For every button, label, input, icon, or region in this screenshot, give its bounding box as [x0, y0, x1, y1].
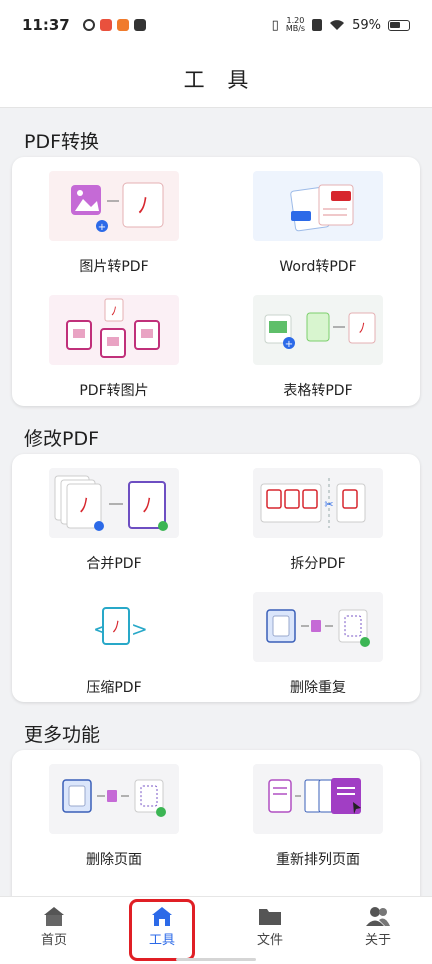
tool-compress-pdf[interactable]: < ﾉ > 压缩PDF: [12, 578, 216, 702]
tool-label: 删除重复: [290, 680, 346, 696]
word-to-pdf-icon: [253, 171, 383, 241]
tool-image-to-pdf[interactable]: ﾉ + 图片转PDF: [12, 157, 216, 281]
svg-text:+: +: [98, 222, 106, 233]
svg-text:ﾉ: ﾉ: [359, 321, 366, 337]
merge-pdf-icon: ﾉ ﾉ: [49, 468, 179, 538]
pdf-convert-card: ﾉ + 图片转PDF Word转PDF ﾉ PDF转图片 + ﾉ 表格转PDF: [12, 157, 420, 406]
svg-text:ﾉ: ﾉ: [142, 493, 152, 517]
battery-icon: [388, 19, 410, 31]
home-indicator: [176, 958, 256, 961]
delete-page-icon: [49, 764, 179, 834]
battery-percent: 59%: [352, 17, 381, 33]
tab-label: 首页: [40, 933, 67, 948]
tool-remove-duplicate[interactable]: 删除重复: [216, 578, 420, 702]
tool-label: 图片转PDF: [79, 259, 149, 275]
tab-about[interactable]: 关于: [338, 905, 418, 957]
reorder-pages-icon: [253, 764, 383, 834]
tab-label: 关于: [364, 933, 391, 948]
tool-merge-pdf[interactable]: ﾉ ﾉ 合并PDF: [12, 454, 216, 578]
section-title-pdf-convert: PDF转换: [24, 131, 100, 153]
bottom-tab-bar: 首页 工具 文件 关于: [0, 896, 432, 964]
section-title-edit-pdf: 修改PDF: [24, 428, 100, 450]
svg-text:✂: ✂: [324, 498, 333, 511]
tool-label: Word转PDF: [279, 259, 357, 275]
svg-text:ﾉ: ﾉ: [112, 617, 120, 636]
notification-app-icon: [82, 19, 95, 31]
svg-text:ﾉ: ﾉ: [79, 493, 89, 517]
notification-app-icon: [116, 19, 129, 31]
home-icon: [44, 907, 64, 926]
notification-app-icon: [99, 19, 112, 31]
tab-label: 文件: [256, 933, 283, 948]
notification-app-icon: [133, 19, 146, 31]
tool-pdf-to-image[interactable]: ﾉ PDF转图片: [12, 281, 216, 405]
tool-label: 合并PDF: [86, 556, 142, 572]
tool-delete-page[interactable]: 删除页面: [12, 750, 216, 874]
status-time: 11:37: [22, 16, 70, 34]
edit-pdf-card: ﾉ ﾉ 合并PDF ✂ 拆分PDF < ﾉ > 压缩PDF 删除重复: [12, 454, 420, 702]
compress-pdf-icon: < ﾉ >: [49, 592, 179, 662]
nosim-icon: [312, 19, 323, 31]
tool-reorder-pages[interactable]: 重新排列页面: [216, 750, 420, 874]
network-speed: 1.20 MB/s: [286, 17, 305, 33]
net-speed-unit: MB/s: [285, 24, 306, 33]
app-bar: 工 具: [0, 50, 432, 108]
tab-highlight-box: [129, 899, 195, 961]
section-title-more-features: 更多功能: [24, 724, 101, 746]
tool-label: 表格转PDF: [283, 383, 353, 399]
svg-text:>: >: [131, 617, 148, 641]
tool-label: PDF转图片: [79, 383, 149, 399]
svg-text:ﾉ: ﾉ: [137, 194, 148, 219]
tab-home[interactable]: 首页: [14, 905, 94, 957]
remove-duplicate-icon: [253, 592, 383, 662]
tool-word-to-pdf[interactable]: Word转PDF: [216, 157, 420, 281]
page-title: 工 具: [183, 67, 257, 92]
tab-files[interactable]: 文件: [230, 905, 310, 957]
tool-label: 重新排列页面: [276, 852, 360, 868]
status-bar: 11:37 ▯ 1.20 MB/s 59%: [0, 0, 432, 50]
sheet-to-pdf-icon: + ﾉ: [253, 295, 383, 365]
more-features-card: 删除页面 重新排列页面: [12, 750, 420, 910]
pdf-to-image-icon: ﾉ: [49, 295, 179, 365]
svg-text:ﾉ: ﾉ: [111, 304, 117, 318]
split-pdf-icon: ✂: [253, 468, 383, 538]
wifi-icon: [330, 20, 345, 30]
tool-split-pdf[interactable]: ✂ 拆分PDF: [216, 454, 420, 578]
tool-label: 压缩PDF: [86, 680, 142, 696]
people-icon: [366, 907, 390, 926]
tool-sheet-to-pdf[interactable]: + ﾉ 表格转PDF: [216, 281, 420, 405]
vibrate-icon: ▯: [271, 17, 279, 33]
svg-text:+: +: [285, 339, 293, 350]
tool-label: 删除页面: [86, 852, 142, 868]
folder-icon: [259, 909, 281, 925]
image-to-pdf-icon: ﾉ +: [49, 171, 179, 241]
tool-label: 拆分PDF: [290, 556, 346, 572]
